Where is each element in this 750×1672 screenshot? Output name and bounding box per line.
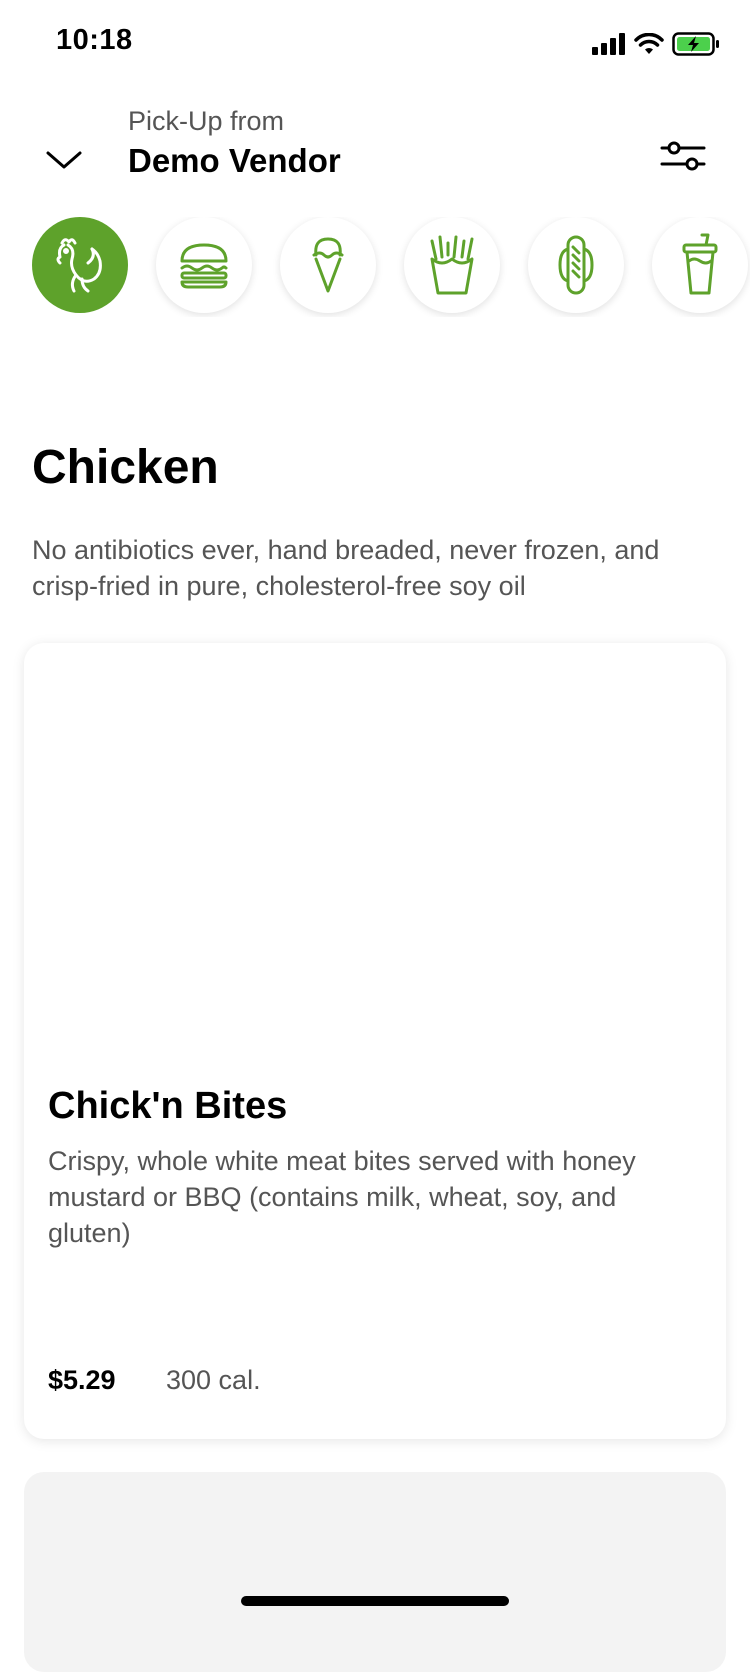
home-indicator[interactable] — [241, 1596, 509, 1606]
filter-icon[interactable] — [660, 136, 706, 176]
category-fries[interactable] — [404, 217, 500, 313]
wifi-icon — [634, 33, 664, 54]
ice-cream-icon — [312, 237, 344, 293]
hot-dog-icon — [558, 235, 594, 295]
item-name: Chick'n Bites — [48, 1085, 288, 1127]
drink-icon — [682, 233, 718, 295]
section-title: Chicken — [32, 441, 219, 494]
signal-icon — [592, 33, 625, 55]
category-shakes[interactable] — [280, 217, 376, 313]
item-calories: 300 cal. — [166, 1365, 261, 1395]
category-burgers[interactable] — [156, 217, 252, 313]
chevron-down-icon[interactable] — [44, 140, 84, 180]
category-chicken[interactable] — [32, 217, 128, 313]
status-time: 10:18 — [56, 24, 133, 56]
category-row — [30, 217, 750, 317]
battery-icon — [672, 32, 719, 56]
category-drinks[interactable] — [652, 217, 748, 313]
vendor-name[interactable]: Demo Vendor — [128, 142, 341, 180]
item-description: Crispy, whole white meat bites served wi… — [48, 1146, 636, 1248]
menu-item-card[interactable] — [24, 1472, 726, 1672]
category-hot-dogs[interactable] — [528, 217, 624, 313]
pickup-label: Pick-Up from — [128, 106, 285, 136]
status-icons — [592, 30, 720, 58]
fries-icon — [430, 235, 474, 295]
menu-item-card[interactable]: Chick'n Bites Crispy, whole white meat b… — [24, 643, 726, 1439]
section-description: No antibiotics ever, hand breaded, never… — [32, 535, 660, 601]
item-price: $5.29 — [48, 1365, 116, 1395]
burger-icon — [180, 243, 228, 289]
chicken-icon — [56, 238, 102, 293]
